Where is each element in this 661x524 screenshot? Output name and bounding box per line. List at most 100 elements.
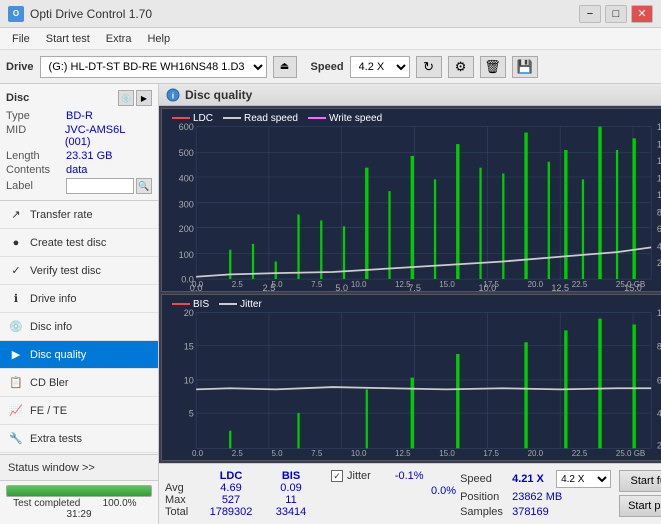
settings-button[interactable]: ⚙ [448, 56, 474, 78]
verify-test-disc-icon: ✓ [8, 263, 24, 279]
jitter-check-row: ✓ Jitter -0.1% [331, 470, 456, 482]
disc-icons: 💿 ▶ [118, 90, 152, 106]
disc-label-button[interactable]: 🔍 [136, 178, 152, 194]
menu-help[interactable]: Help [139, 31, 178, 47]
sidebar-item-disc-info[interactable]: 💿 Disc info [0, 313, 158, 341]
stat-avg-label: Avg [165, 482, 201, 494]
disc-label-row: Label 🔍 [6, 178, 152, 194]
sidebar-item-cd-bler[interactable]: 📋 CD Bler [0, 369, 158, 397]
disc-type-row: Type BD-R [6, 110, 152, 122]
sidebar-item-create-test-disc-label: Create test disc [30, 237, 106, 249]
svg-text:15: 15 [184, 341, 194, 351]
sidebar-item-transfer-rate[interactable]: ↗ Transfer rate [0, 201, 158, 229]
disc-icon-2[interactable]: ▶ [136, 90, 152, 106]
svg-text:6X: 6X [657, 224, 661, 234]
eject-button[interactable]: ⏏ [273, 56, 297, 78]
svg-text:200: 200 [179, 224, 194, 234]
menu-file[interactable]: File [4, 31, 38, 47]
content-area: i Disc quality LDC Read speed Write spee… [159, 84, 661, 524]
stat-avg-bis: 0.09 [261, 482, 321, 494]
ldc-legend-read: Read speed [223, 113, 298, 124]
disc-mid-value: JVC-AMS6L (001) [65, 124, 152, 148]
sidebar: Disc 💿 ▶ Type BD-R MID JVC-AMS6L (001) L… [0, 84, 159, 524]
app-title: Opti Drive Control 1.70 [30, 7, 579, 21]
stat-total-ldc: 1789302 [201, 506, 261, 518]
menubar: File Start test Extra Help [0, 28, 661, 50]
start-part-button[interactable]: Start part [619, 495, 661, 517]
cd-bler-icon: 📋 [8, 375, 24, 391]
refresh-button[interactable]: ↻ [416, 56, 442, 78]
disc-section-title: Disc [6, 92, 29, 104]
disc-quality-header: i Disc quality [159, 84, 661, 106]
speed-val: 4.21 X [512, 473, 552, 485]
status-window-button[interactable]: Status window >> [0, 455, 158, 481]
sidebar-item-fe-te-label: FE / TE [30, 405, 67, 417]
position-row: Position 23862 MB [460, 491, 611, 503]
maximize-button[interactable]: □ [605, 5, 627, 23]
stat-total-bis: 33414 [261, 506, 321, 518]
disc-icon-1[interactable]: 💿 [118, 90, 134, 106]
disc-contents-row: Contents data [6, 164, 152, 176]
menu-extra[interactable]: Extra [98, 31, 140, 47]
stat-row-avg: Avg 4.69 0.09 [165, 482, 321, 494]
stat-max-ldc: 527 [201, 494, 261, 506]
sidebar-item-extra-tests[interactable]: 🔧 Extra tests [0, 425, 158, 453]
svg-text:4X: 4X [657, 242, 661, 252]
svg-text:10X: 10X [657, 190, 661, 200]
svg-text:12X: 12X [657, 174, 661, 184]
menu-start-test[interactable]: Start test [38, 31, 98, 47]
save-button[interactable]: 💾 [512, 56, 538, 78]
disc-panel-header: Disc 💿 ▶ [6, 90, 152, 106]
speed-select[interactable]: 4.2 X [350, 56, 410, 78]
disc-label-input[interactable] [66, 178, 134, 194]
charts-container: LDC Read speed Write speed [159, 106, 661, 463]
close-button[interactable]: ✕ [631, 5, 653, 23]
svg-text:16X: 16X [657, 140, 661, 150]
ldc-chart: LDC Read speed Write speed [161, 108, 661, 292]
stat-total-label: Total [165, 506, 201, 518]
svg-text:6%: 6% [657, 375, 661, 385]
bis-chart: BIS Jitter [161, 294, 661, 461]
disc-panel: Disc 💿 ▶ Type BD-R MID JVC-AMS6L (001) L… [0, 84, 158, 201]
bis-legend-bis: BIS [172, 299, 209, 310]
chart2-x-labels: 0.02.55.07.510.012.515.017.520.022.525.0… [192, 449, 645, 458]
stat-max-label: Max [165, 494, 201, 506]
progress-bar-fill [7, 486, 151, 496]
svg-text:300: 300 [179, 199, 194, 209]
disc-quality-icon: ▶ [8, 347, 24, 363]
fe-te-icon: 📈 [8, 403, 24, 419]
sidebar-item-create-test-disc[interactable]: ● Create test disc [0, 229, 158, 257]
jitter-checkbox[interactable]: ✓ [331, 470, 343, 482]
position-key: Position [460, 491, 508, 503]
drive-select[interactable]: (G:) HL-DT-ST BD-RE WH16NS48 1.D3 [40, 56, 267, 78]
erase-button[interactable]: 🗑 [480, 56, 506, 78]
svg-text:10%: 10% [657, 308, 661, 318]
svg-text:10: 10 [184, 375, 194, 385]
stat-avg-ldc: 4.69 [201, 482, 261, 494]
stat-section-left: LDC BIS Avg 4.69 0.09 Max 527 11 Total [165, 470, 321, 518]
progress-container: Test completed 100.0% 31:29 [0, 481, 158, 524]
sidebar-item-fe-te[interactable]: 📈 FE / TE [0, 397, 158, 425]
sidebar-item-cd-bler-label: CD Bler [30, 377, 69, 389]
speed-key: Speed [460, 473, 508, 485]
svg-text:18X: 18X [657, 122, 661, 132]
disc-length-row: Length 23.31 GB [6, 150, 152, 162]
svg-text:i: i [172, 91, 174, 100]
sidebar-item-verify-test-disc[interactable]: ✓ Verify test disc [0, 257, 158, 285]
disc-contents-label: Contents [6, 164, 66, 176]
disc-length-label: Length [6, 150, 66, 162]
jitter-max: 0.0% [431, 485, 456, 497]
ldc-chart-legend: LDC Read speed Write speed [172, 113, 382, 124]
sidebar-item-transfer-rate-label: Transfer rate [30, 209, 93, 221]
bis-legend-jitter: Jitter [219, 299, 262, 310]
minimize-button[interactable]: − [579, 5, 601, 23]
stats-panel: LDC BIS Avg 4.69 0.09 Max 527 11 Total [159, 463, 661, 524]
start-full-button[interactable]: Start full [619, 470, 661, 492]
speed-select-dropdown[interactable]: 4.2 X [556, 470, 611, 488]
sidebar-item-disc-quality[interactable]: ▶ Disc quality [0, 341, 158, 369]
status-bar: Status window >> Test completed 100.0% 3… [0, 454, 158, 524]
sidebar-item-extra-tests-label: Extra tests [30, 433, 82, 445]
sidebar-item-disc-info-label: Disc info [30, 321, 72, 333]
sidebar-item-drive-info[interactable]: ℹ Drive info [0, 285, 158, 313]
disc-mid-row: MID JVC-AMS6L (001) [6, 124, 152, 148]
